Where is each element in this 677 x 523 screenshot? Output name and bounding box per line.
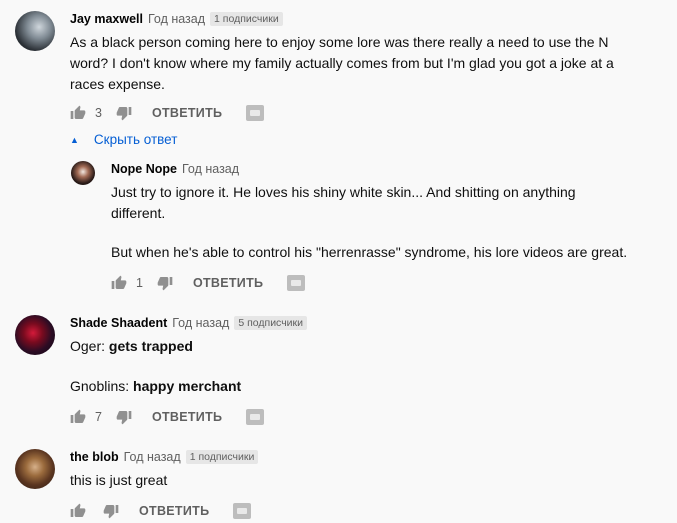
reply-actions: 1 ОТВЕТИТЬ [111, 273, 306, 293]
comment-time[interactable]: Год назад [148, 12, 205, 26]
reply-header: Nope Nope Год назад [111, 162, 239, 176]
comment-actions: 3 ОТВЕТИТЬ [70, 103, 265, 123]
comment-text-line-1: Oger: gets trapped [70, 336, 193, 357]
author-name[interactable]: Shade Shaadent [70, 316, 167, 330]
comment-text: As a black person coming here to enjoy s… [70, 34, 614, 92]
thumb-up-icon[interactable] [70, 503, 86, 519]
like-count: 1 [136, 276, 143, 290]
thumb-down-icon[interactable] [116, 105, 132, 121]
comment-header: Shade Shaadent Год назад 5 подписчики [70, 316, 307, 330]
comment-text-line-2: Gnoblins: happy merchant [70, 376, 241, 397]
subscriber-badge: 5 подписчики [234, 316, 307, 330]
text-prefix: Oger: [70, 338, 109, 354]
creator-heart-icon[interactable] [287, 275, 306, 291]
like-count: 7 [95, 410, 102, 424]
hide-replies-button[interactable]: ▲ Скрыть ответ [70, 132, 177, 147]
reply-button[interactable]: ОТВЕТИТЬ [152, 106, 222, 120]
thumb-down-icon[interactable] [103, 503, 119, 519]
text-bold: happy merchant [133, 378, 242, 394]
creator-heart-icon[interactable] [246, 409, 265, 425]
subscriber-badge: 1 подписчики [210, 12, 283, 26]
avatar[interactable] [15, 449, 55, 489]
comment-actions: ОТВЕТИТЬ [70, 501, 252, 521]
subscriber-badge: 1 подписчики [185, 450, 259, 464]
creator-heart-icon[interactable] [233, 503, 252, 519]
avatar[interactable] [15, 315, 55, 355]
comment-time[interactable]: Год назад [124, 450, 181, 464]
author-name[interactable]: the blob [70, 450, 119, 464]
text-bold: gets trapped [108, 338, 193, 354]
comment-header: Jay maxwell Год назад 1 подписчики [70, 12, 283, 26]
reply-text-2: But when he's able to control his "herre… [111, 244, 628, 260]
reply-button[interactable]: ОТВЕТИТЬ [193, 276, 263, 290]
thumb-up-icon[interactable] [111, 275, 127, 291]
chevron-up-icon: ▲ [70, 134, 79, 145]
avatar[interactable] [15, 11, 55, 51]
comment-time[interactable]: Год назад [182, 162, 239, 176]
thumb-up-icon[interactable] [70, 105, 86, 121]
avatar[interactable] [71, 161, 95, 185]
hide-replies-label: Скрыть ответ [93, 132, 178, 147]
reply-text: Just try to ignore it. He loves his shin… [111, 184, 576, 221]
comment-time[interactable]: Год назад [172, 316, 229, 330]
comment-text: this is just great [70, 472, 168, 488]
thumb-up-icon[interactable] [70, 409, 86, 425]
reply-button[interactable]: ОТВЕТИТЬ [152, 410, 222, 424]
like-count: 3 [95, 106, 102, 120]
comment-header: the blob Год назад 1 подписчики [70, 450, 259, 464]
thumb-down-icon[interactable] [116, 409, 132, 425]
text-prefix: Gnoblins: [70, 378, 134, 394]
creator-heart-icon[interactable] [246, 105, 265, 121]
comment-actions: 7 ОТВЕТИТЬ [70, 407, 265, 427]
reply-button[interactable]: ОТВЕТИТЬ [139, 504, 209, 518]
thumb-down-icon[interactable] [157, 275, 173, 291]
author-name[interactable]: Nope Nope [111, 162, 177, 176]
author-name[interactable]: Jay maxwell [70, 12, 143, 26]
